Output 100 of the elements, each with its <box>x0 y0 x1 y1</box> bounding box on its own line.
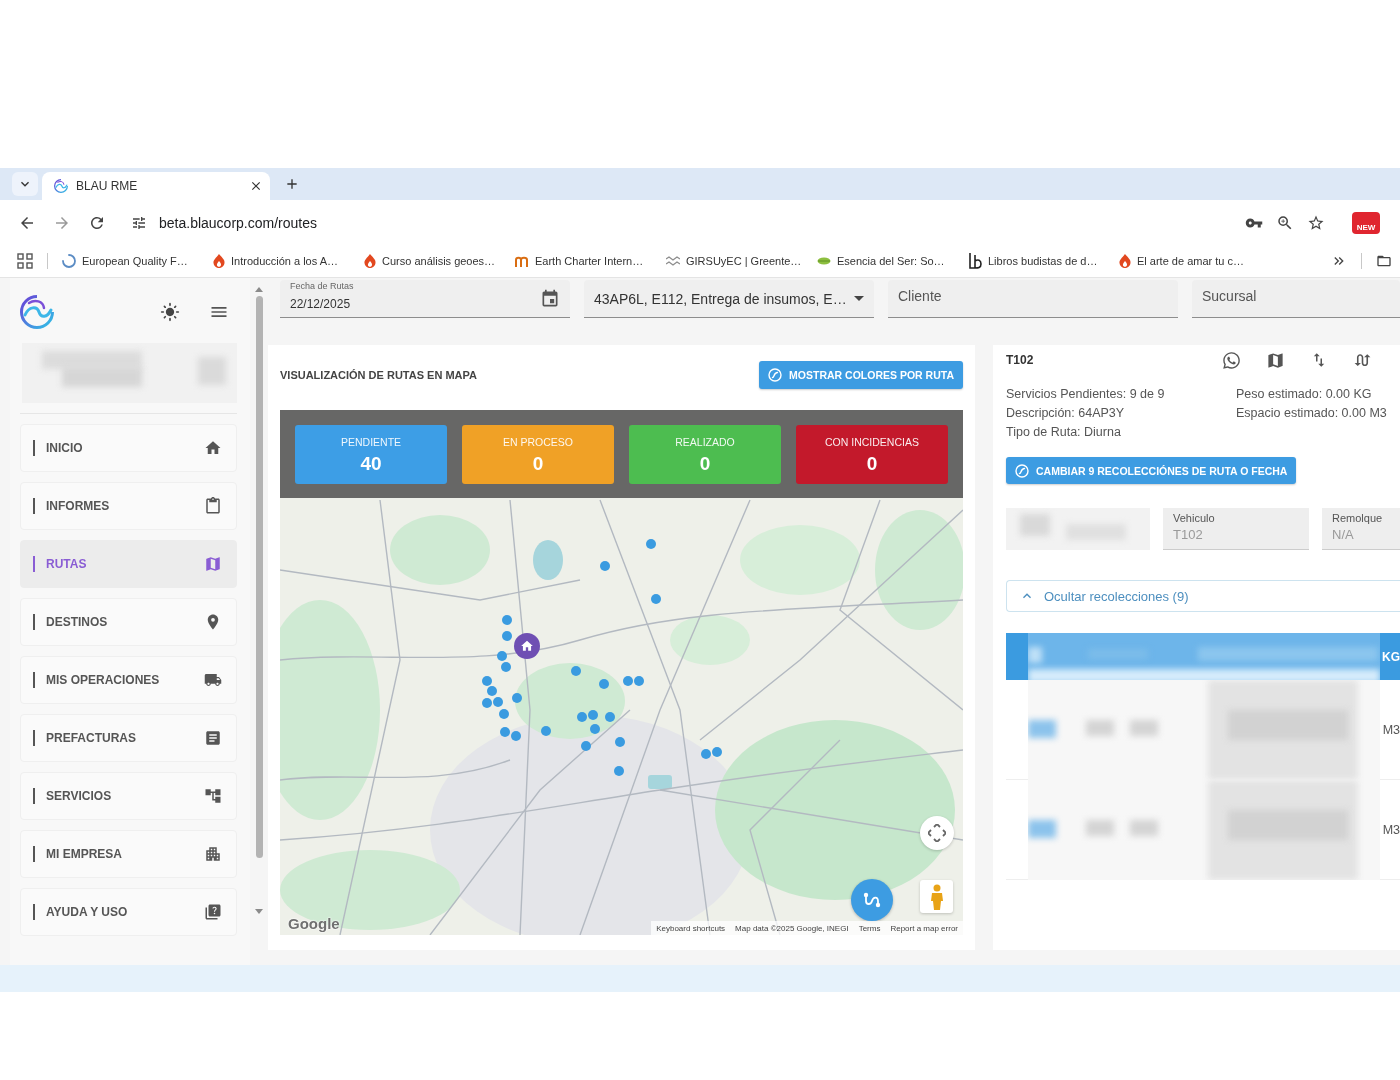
map-marker-icon[interactable] <box>600 561 610 571</box>
map-marker-icon[interactable] <box>623 676 633 686</box>
route-estimate-text: Peso estimado: 0.00 KG <box>1236 386 1373 403</box>
route-detail-text: Tipo de Ruta: Diurna <box>1006 424 1122 441</box>
map-marker-icon[interactable] <box>701 749 711 759</box>
close-icon[interactable] <box>249 179 263 193</box>
hide-pickups-toggle[interactable]: Ocultar recolecciones (9) <box>1006 580 1400 612</box>
map-marker-icon[interactable] <box>605 712 615 722</box>
swirl-logo <box>20 295 54 329</box>
bookmark-link[interactable]: Curso análisis geoes… <box>364 254 515 268</box>
tab-list-button[interactable] <box>12 172 38 196</box>
buildings-icon <box>204 845 222 863</box>
map-marker-icon[interactable] <box>634 676 644 686</box>
scroll-down-arrow-icon[interactable] <box>255 909 263 914</box>
map-marker-icon[interactable] <box>497 651 507 661</box>
fullscreen-icon <box>928 824 946 842</box>
address-field[interactable]: beta.blaucorp.com/routes <box>122 205 1335 240</box>
map-marker-icon[interactable] <box>651 594 661 604</box>
browser-tab[interactable]: BLAU RME <box>42 172 270 200</box>
route-circle-icon <box>768 368 783 382</box>
sidebar-item[interactable]: PREFACTURAS <box>20 714 237 762</box>
flame-icon <box>364 254 376 268</box>
route-icon <box>863 892 881 908</box>
bookmark-link[interactable]: GIRSUyEC | Greente… <box>666 255 817 267</box>
map-marker-icon[interactable] <box>501 662 511 672</box>
map-marker-icon[interactable] <box>599 679 609 689</box>
map-marker-icon[interactable] <box>581 741 591 751</box>
map-marker-icon[interactable] <box>499 709 509 719</box>
map-marker-icon[interactable] <box>571 666 581 676</box>
spinner-icon <box>62 254 76 268</box>
keyboard-shortcuts-link[interactable]: Keyboard shortcuts <box>656 923 726 933</box>
map-marker-icon[interactable] <box>487 686 497 696</box>
map-marker-icon[interactable] <box>502 615 512 625</box>
folder-icon[interactable] <box>1376 253 1392 269</box>
report-error-link[interactable]: Report a map error <box>890 923 958 933</box>
sidebar-item[interactable]: AYUDA Y USO <box>20 888 237 936</box>
bookmark-link[interactable]: Libros budistas de d… <box>968 253 1119 269</box>
terms-link[interactable]: Terms <box>858 923 881 933</box>
sidebar-item[interactable]: INFORMES <box>20 482 237 530</box>
route-title: T102 <box>1006 353 1034 367</box>
caret-down-icon <box>854 296 864 301</box>
truck-icon <box>204 671 222 689</box>
apps-grid-icon[interactable] <box>17 253 33 269</box>
map-icon[interactable] <box>1266 350 1285 370</box>
map-marker-icon[interactable] <box>493 697 503 707</box>
map-marker-icon[interactable] <box>502 631 512 641</box>
bookmark-link[interactable]: Esencia del Ser: So… <box>817 255 968 267</box>
map-marker-icon[interactable] <box>588 710 598 720</box>
map-marker-icon[interactable] <box>590 724 600 734</box>
extension-badge[interactable]: NEW <box>1352 211 1380 234</box>
map-marker-icon[interactable] <box>577 712 587 722</box>
sun-icon[interactable] <box>160 302 180 322</box>
map-marker-icon[interactable] <box>512 693 522 703</box>
person-icon <box>929 883 944 910</box>
sidebar-item[interactable]: RUTAS <box>20 540 237 588</box>
route-estimate-text: Espacio estimado: 0.00 M3 <box>1236 405 1388 422</box>
wave-icon <box>666 256 680 266</box>
map-marker-icon[interactable] <box>482 676 492 686</box>
map-marker-icon[interactable] <box>615 737 625 747</box>
sidebar-item[interactable]: SERVICIOS <box>20 772 237 820</box>
map-marker-icon[interactable] <box>482 698 492 708</box>
bookmark-link[interactable]: Introducción a los A… <box>213 254 364 268</box>
status-label: CON INCIDENCIAS <box>825 436 919 448</box>
branch-field[interactable]: Sucursal <box>1192 280 1400 318</box>
sidebar-item[interactable]: MI EMPRESA <box>20 830 237 878</box>
map-marker-icon[interactable] <box>500 727 510 737</box>
leaf-icon <box>817 256 831 266</box>
map-marker-icon[interactable] <box>712 747 722 757</box>
sidebar-item[interactable]: DESTINOS <box>20 598 237 646</box>
sidebar-item[interactable]: MIS OPERACIONES <box>20 656 237 704</box>
help-icon <box>204 903 222 921</box>
whatsapp-icon[interactable] <box>1222 350 1241 370</box>
scroll-up-arrow-icon[interactable] <box>255 287 263 292</box>
flame-icon <box>213 254 225 268</box>
table-cell: M3 <box>1382 722 1400 737</box>
map-marker-icon[interactable] <box>511 731 521 741</box>
plus-icon[interactable] <box>284 176 300 192</box>
google-logo: Google <box>288 915 340 932</box>
status-count: 0 <box>866 454 878 473</box>
bookmark-link[interactable]: El arte de amar tu c… <box>1119 254 1270 268</box>
client-field[interactable]: Cliente <box>888 280 1178 318</box>
tree-diagram-icon <box>204 787 222 805</box>
map-section-title: VISUALIZACIÓN DE RUTAS EN MAPA <box>280 369 477 381</box>
calendar-icon[interactable] <box>540 288 560 309</box>
bookmark-link[interactable]: European Quality F… <box>62 254 213 268</box>
zoom-icon[interactable] <box>1276 213 1294 232</box>
map-marker-icon[interactable] <box>646 539 656 549</box>
home-icon <box>204 439 222 457</box>
map-marker-icon[interactable] <box>614 766 624 776</box>
map-marker-icon[interactable] <box>541 726 551 736</box>
sliders-icon[interactable] <box>131 214 147 231</box>
sidebar-item[interactable]: INICIO <box>20 424 237 472</box>
routes-select[interactable]: 43AP6L, E112, Entrega de insumos, E… <box>584 280 874 318</box>
map-data-link[interactable]: Map data ©2025 Google, INEGI <box>735 923 849 933</box>
swirl-favicon-icon <box>54 179 68 193</box>
street-view-button[interactable] <box>920 880 953 913</box>
scrollbar-thumb[interactable] <box>255 296 263 858</box>
date-field[interactable]: Fecha de Rutas 22/12/2025 <box>280 280 570 318</box>
table-cell: M3 <box>1382 822 1400 837</box>
bookmark-link[interactable]: Earth Charter Intern… <box>515 255 666 267</box>
